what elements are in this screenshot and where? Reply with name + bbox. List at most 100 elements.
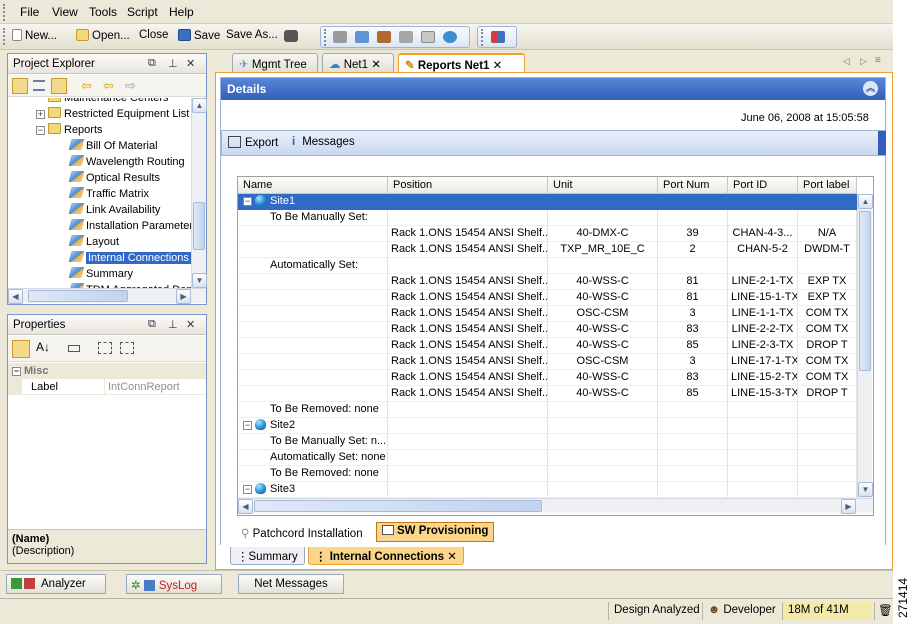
property-category[interactable]: − Misc xyxy=(8,363,206,379)
scroll-left-icon[interactable]: ◀ xyxy=(8,289,23,304)
scroll-right-icon[interactable]: ▶ xyxy=(841,499,856,514)
filter-icon[interactable] xyxy=(51,78,67,94)
table-row[interactable]: Rack 1.ONS 15454 ANSI Shelf... TXP_MR_10E… xyxy=(238,242,857,258)
syslog-tab[interactable]: ✲ SysLog xyxy=(126,574,222,594)
forward-arrow-icon[interactable]: ⇨ xyxy=(125,78,136,94)
analyze-icon[interactable] xyxy=(443,31,457,43)
expand-icon[interactable]: + xyxy=(36,110,45,119)
layout-toolbar-grip[interactable] xyxy=(481,29,483,46)
restore-icon[interactable]: ⧉ xyxy=(148,57,156,70)
categorized-icon[interactable] xyxy=(12,340,30,358)
group-row[interactable]: To Be Removed: none xyxy=(238,402,857,418)
scroll-down-icon[interactable]: ▼ xyxy=(858,482,873,497)
tool-disabled-icon[interactable] xyxy=(333,31,347,43)
collapse-details-icon[interactable]: ︽ xyxy=(863,81,878,96)
group-row[interactable]: To Be Manually Set: n... xyxy=(238,434,857,450)
table-row[interactable]: Rack 1.ONS 15454 ANSI Shelf... 40-WSS-C 81… xyxy=(238,290,857,306)
column-port-id[interactable]: Port ID xyxy=(728,177,798,194)
tab-scroll-left-icon[interactable]: ◁ xyxy=(843,56,850,67)
copy-icon[interactable] xyxy=(421,31,435,43)
close-tab-icon[interactable]: ✕ xyxy=(493,60,503,72)
property-row-label[interactable]: Label IntConnReport xyxy=(8,379,206,395)
collapse-icon[interactable]: − xyxy=(243,421,252,430)
tab-net1[interactable]: ☁ Net1 ✕ xyxy=(322,53,394,72)
open-button[interactable]: Open... xyxy=(76,29,130,42)
site-row[interactable]: − Site2 xyxy=(238,418,857,434)
new-button[interactable]: New... xyxy=(12,29,57,42)
grid-hscroll-thumb[interactable] xyxy=(254,500,542,512)
group-row[interactable]: Automatically Set: xyxy=(238,258,857,274)
tree-vertical-scrollbar[interactable]: ▲ ▼ xyxy=(191,98,207,288)
restore-icon[interactable]: ⧉ xyxy=(148,318,156,331)
close-tab-icon[interactable]: ✕ xyxy=(447,551,457,563)
scroll-down-icon[interactable]: ▼ xyxy=(192,273,207,288)
tree-item[interactable]: Summary xyxy=(68,266,133,282)
collapse-all-icon[interactable] xyxy=(120,342,134,354)
scroll-right-icon[interactable]: ▶ xyxy=(176,289,191,304)
tab-reports-net1[interactable]: ✎ Reports Net1 ✕ xyxy=(398,53,525,72)
camera-icon[interactable] xyxy=(284,30,298,42)
tree-scroll-thumb[interactable] xyxy=(193,202,205,250)
table-row[interactable]: Rack 1.ONS 15454 ANSI Shelf... OSC-CSM 3 LI… xyxy=(238,354,857,370)
analyzer-tab[interactable]: Analyzer xyxy=(6,574,106,594)
collapse-icon[interactable]: − xyxy=(36,126,45,135)
tree-item[interactable]: Maintenance Centers xyxy=(48,98,169,106)
menu-grip[interactable] xyxy=(3,4,5,21)
table-row[interactable]: Rack 1.ONS 15454 ANSI Shelf... 40-WSS-C 85… xyxy=(238,338,857,354)
tree-item[interactable]: Traffic Matrix xyxy=(68,186,149,202)
scroll-up-icon[interactable]: ▲ xyxy=(192,98,207,113)
table-row[interactable]: Rack 1.ONS 15454 ANSI Shelf... 40-WSS-C 81… xyxy=(238,274,857,290)
close-icon[interactable]: ✕ xyxy=(186,318,195,331)
group-row[interactable]: To Be Removed: none xyxy=(238,466,857,482)
pin-icon[interactable]: ⊥ xyxy=(168,57,178,70)
toolbar-grip[interactable] xyxy=(3,28,5,45)
tools-icon[interactable] xyxy=(399,31,413,43)
table-row[interactable]: Rack 1.ONS 15454 ANSI Shelf... OSC-CSM 3 LI… xyxy=(238,306,857,322)
menu-view[interactable]: View xyxy=(52,5,78,19)
group-row[interactable]: Automatically Set: none xyxy=(238,450,857,466)
close-tab-icon[interactable]: ✕ xyxy=(371,59,381,71)
layout-icon[interactable] xyxy=(491,31,505,43)
tree-item[interactable]: Layout xyxy=(68,234,119,250)
tab-list-icon[interactable]: ≡ xyxy=(875,55,881,66)
back-icon[interactable]: ⇦ xyxy=(103,78,114,94)
table-row[interactable]: Rack 1.ONS 15454 ANSI Shelf... 40-DMX-C 39… xyxy=(238,226,857,242)
subtab-patchcord-installation[interactable]: ⚲ Patchcord Installation xyxy=(241,526,363,540)
net-messages-tab[interactable]: Net Messages xyxy=(238,574,344,594)
tab-summary[interactable]: ⋮Summary xyxy=(230,547,305,565)
pin-icon[interactable]: ⊥ xyxy=(168,318,178,331)
column-unit[interactable]: Unit xyxy=(548,177,658,194)
column-port-num[interactable]: Port Num xyxy=(658,177,728,194)
group-row[interactable]: To Be Manually Set: xyxy=(238,210,857,226)
site-row[interactable]: − Site1 xyxy=(238,194,857,210)
tree-horizontal-scrollbar[interactable]: ◀ ▶ xyxy=(8,288,206,304)
menu-tools[interactable]: Tools xyxy=(89,5,117,19)
close-button[interactable]: Close xyxy=(139,29,168,41)
column-port-label[interactable]: Port label xyxy=(798,177,857,194)
export-button[interactable]: Export xyxy=(228,136,278,149)
scroll-left-icon[interactable]: ◀ xyxy=(238,499,253,514)
table-row[interactable]: Rack 1.ONS 15454 ANSI Shelf... 40-WSS-C 83… xyxy=(238,370,857,386)
tree-item[interactable]: Bill Of Material xyxy=(68,138,158,154)
tree-item[interactable]: Optical Results xyxy=(68,170,160,186)
tree-item[interactable]: − Reports xyxy=(36,122,103,138)
network-toolbar-grip[interactable] xyxy=(324,29,326,46)
tab-scroll-right-icon[interactable]: ▷ xyxy=(860,56,867,67)
column-name[interactable]: Name xyxy=(238,177,388,194)
sort-alpha-icon[interactable]: A↓ xyxy=(36,340,50,354)
subtab-sw-provisioning[interactable]: SW Provisioning xyxy=(376,522,495,542)
expand-all-icon[interactable] xyxy=(98,342,112,354)
back-arrow-icon[interactable]: ⇦ xyxy=(81,78,92,94)
scroll-up-icon[interactable]: ▲ xyxy=(858,194,873,209)
site-row[interactable]: − Site3 xyxy=(238,482,857,498)
menu-help[interactable]: Help xyxy=(169,5,194,19)
network-wizard-icon[interactable] xyxy=(355,31,369,43)
menu-file[interactable]: File xyxy=(20,5,39,19)
property-pages-icon[interactable] xyxy=(68,345,80,352)
tab-mgmt-tree[interactable]: ✈ Mgmt Tree xyxy=(232,53,318,72)
close-icon[interactable]: ✕ xyxy=(186,57,195,70)
table-row[interactable]: Rack 1.ONS 15454 ANSI Shelf... 40-WSS-C 83… xyxy=(238,322,857,338)
messages-button[interactable]: i Messages xyxy=(292,136,355,148)
grid-scroll-thumb[interactable] xyxy=(859,211,871,371)
tree-view-icon[interactable] xyxy=(12,78,28,94)
